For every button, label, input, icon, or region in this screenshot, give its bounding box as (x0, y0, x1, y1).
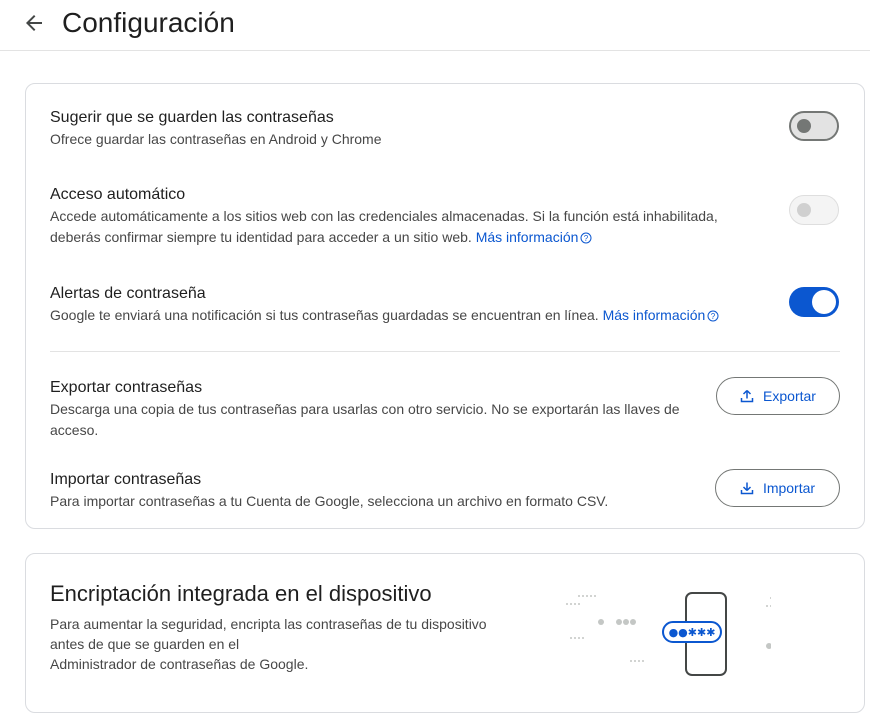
export-title: Exportar contraseñas (50, 379, 203, 396)
phone-encryption-illustration: ●●✱✱✱ (566, 592, 771, 676)
password-alerts-desc-text: Google te enviará una notificación si tu… (50, 307, 599, 323)
settings-card: Sugerir que se guarden las contraseñas O… (25, 83, 865, 529)
password-alerts-toggle[interactable] (789, 287, 839, 317)
learn-more-label: Más información (602, 307, 706, 323)
toggle-knob (797, 119, 811, 133)
password-alerts-learn-more-link[interactable]: Más información? (603, 307, 720, 323)
toggle-knob (812, 290, 836, 314)
help-icon: ? (580, 232, 592, 244)
export-button[interactable]: Exportar (716, 377, 840, 415)
import-desc: Para importar contraseñas a tu Cuenta de… (50, 493, 609, 509)
encryption-desc-line3: Administrador de contraseñas de Google. (50, 656, 309, 672)
section-divider (50, 351, 840, 352)
suggest-save-desc: Ofrece guardar las contraseñas en Androi… (50, 131, 382, 147)
download-icon (740, 482, 754, 495)
auto-signin-desc-line2: deberás confirmar siempre tu identidad p… (50, 227, 592, 248)
svg-text:?: ? (711, 312, 716, 321)
suggest-save-title: Sugerir que se guarden las contraseñas (50, 109, 334, 126)
export-desc-line2: acceso. (50, 422, 99, 438)
import-button-label: Importar (762, 480, 816, 496)
encryption-desc: Para aumentar la seguridad, encripta las… (50, 614, 520, 674)
import-button[interactable]: Importar (715, 469, 840, 507)
auto-signin-title: Acceso automático (50, 186, 186, 203)
arrow-left-icon (26, 15, 42, 31)
encryption-desc-line2: antes de que se guarden en el (50, 636, 240, 652)
password-dots: ●●✱✱✱ (669, 626, 716, 639)
encryption-desc-line1: Para aumentar la seguridad, encripta las… (50, 616, 487, 632)
encryption-card: Encriptación integrada en el dispositivo… (25, 553, 865, 713)
auto-signin-desc-line1: Accede automáticamente a los sitios web … (50, 208, 718, 224)
help-icon: ? (707, 310, 719, 322)
page-title: Configuración (62, 7, 235, 38)
auto-signin-learn-more-link[interactable]: Más información? (476, 229, 593, 245)
learn-more-label: Más información (475, 229, 579, 245)
toggle-knob (797, 203, 811, 217)
auto-signin-desc-text: deberás confirmar siempre tu identidad p… (50, 229, 472, 245)
export-button-label: Exportar (763, 388, 816, 404)
import-title: Importar contraseñas (50, 471, 202, 488)
export-desc-line1: Descarga una copia de tus contraseñas pa… (50, 401, 680, 417)
top-bar: Configuración (0, 0, 870, 51)
password-alerts-title: Alertas de contraseña (50, 285, 206, 302)
auto-signin-toggle[interactable] (789, 195, 839, 225)
suggest-save-toggle[interactable] (789, 111, 839, 141)
upload-icon (740, 389, 754, 403)
password-alerts-desc: Google te enviará una notificación si tu… (50, 305, 719, 326)
svg-text:?: ? (584, 234, 589, 243)
back-button[interactable] (22, 11, 46, 35)
encryption-title: Encriptación integrada en el dispositivo (50, 581, 432, 606)
